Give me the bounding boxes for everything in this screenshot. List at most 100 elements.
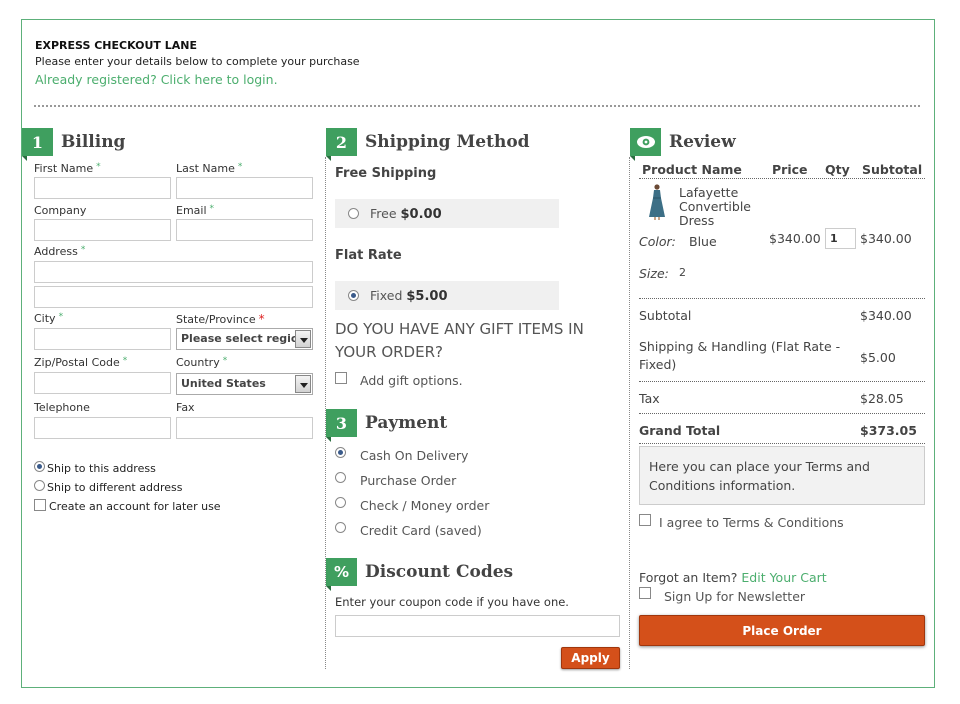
- zip-input[interactable]: [34, 372, 171, 394]
- col-subtotal: Subtotal: [862, 162, 923, 177]
- payment-title: Payment: [365, 413, 448, 433]
- color-option-value: Blue: [689, 234, 717, 249]
- coupon-code-input[interactable]: [335, 615, 620, 637]
- ship-to-this-address-label: Ship to this address: [47, 462, 156, 475]
- col-product-name: Product Name: [642, 162, 742, 177]
- login-link[interactable]: Already registered? Click here to login.: [35, 72, 278, 87]
- payment-cash-on-delivery-radio[interactable]: [335, 447, 346, 458]
- discount-note: Enter your coupon code if you have one.: [335, 595, 569, 609]
- state-label: State/Province *: [176, 312, 265, 326]
- product-name-line: Convertible: [679, 199, 751, 214]
- item-qty-input[interactable]: 1: [825, 228, 856, 249]
- country-select[interactable]: United States: [176, 373, 313, 395]
- item-subtotal: $340.00: [860, 231, 912, 246]
- payment-credit-card-radio[interactable]: [335, 522, 346, 533]
- ship-to-different-address-radio[interactable]: [34, 480, 45, 491]
- billing-title: Billing: [61, 132, 126, 152]
- flat-rate-label: Fixed $5.00: [370, 288, 448, 304]
- grand-total-label: Grand Total: [639, 423, 721, 438]
- address-line1-input[interactable]: [34, 261, 313, 283]
- telephone-input[interactable]: [34, 417, 171, 439]
- payment-method-label: Cash On Delivery: [360, 448, 469, 463]
- page-subtitle: Please enter your details below to compl…: [35, 55, 360, 68]
- page-title: EXPRESS CHECKOUT LANE: [35, 39, 197, 52]
- free-shipping-label: Free $0.00: [370, 206, 442, 222]
- col-qty: Qty: [825, 162, 850, 177]
- size-option-value: 2: [679, 266, 686, 279]
- color-option-label: Color:: [639, 234, 676, 249]
- payment-purchase-order-radio[interactable]: [335, 472, 346, 483]
- ship-to-different-address-label: Ship to different address: [47, 481, 183, 494]
- payment-method-label: Check / Money order: [360, 498, 490, 513]
- subtotal-value: $340.00: [860, 308, 912, 323]
- create-account-label: Create an account for later use: [49, 500, 221, 513]
- free-shipping-option[interactable]: Free $0.00: [335, 199, 559, 228]
- table-divider: [639, 178, 925, 179]
- forgot-item-text: Forgot an Item? Edit Your Cart: [639, 570, 827, 585]
- company-label: Company: [34, 204, 87, 217]
- payment-step-badge: 3: [326, 409, 357, 442]
- city-label: City *: [34, 312, 64, 325]
- product-name-line: Dress: [679, 213, 715, 228]
- free-shipping-radio[interactable]: [348, 208, 359, 219]
- review-step-badge: [630, 128, 661, 161]
- address-label: Address *: [34, 245, 86, 258]
- payment-method-label: Purchase Order: [360, 473, 457, 488]
- agree-terms-label: I agree to Terms & Conditions: [659, 515, 844, 530]
- payment-check-money-order-radio[interactable]: [335, 497, 346, 508]
- shipping-handling-label: Shipping & Handling (Flat Rate - Fixed): [639, 339, 841, 372]
- last-name-label: Last Name *: [176, 162, 243, 175]
- email-input[interactable]: [176, 219, 313, 241]
- tax-label: Tax: [639, 391, 660, 406]
- table-divider: [639, 381, 925, 382]
- shipping-handling-value: $5.00: [860, 350, 896, 365]
- review-title: Review: [669, 132, 736, 152]
- subtotal-label: Subtotal: [639, 308, 692, 323]
- product-thumbnail[interactable]: [644, 183, 670, 221]
- discount-step-badge: %: [326, 558, 357, 591]
- size-option-label: Size:: [639, 266, 669, 281]
- payment-method-label: Credit Card (saved): [360, 523, 482, 538]
- agree-terms-checkbox[interactable]: [639, 514, 651, 526]
- product-name-line: Lafayette: [679, 185, 739, 200]
- place-order-button[interactable]: Place Order: [639, 615, 925, 646]
- apply-coupon-button[interactable]: Apply: [561, 647, 620, 669]
- company-input[interactable]: [34, 219, 171, 241]
- last-name-input[interactable]: [176, 177, 313, 199]
- header-divider: [34, 105, 920, 107]
- billing-step-badge: 1: [22, 128, 53, 161]
- gift-options-label: Add gift options.: [360, 373, 463, 388]
- table-divider: [639, 443, 925, 444]
- free-shipping-title: Free Shipping: [335, 166, 437, 181]
- city-input[interactable]: [34, 328, 171, 350]
- telephone-label: Telephone: [34, 401, 90, 414]
- flat-rate-option[interactable]: Fixed $5.00: [335, 281, 559, 310]
- edit-cart-link[interactable]: Edit Your Cart: [741, 570, 826, 585]
- shipping-step-badge: 2: [326, 128, 357, 161]
- first-name-input[interactable]: [34, 177, 171, 199]
- first-name-label: First Name *: [34, 162, 101, 175]
- column-divider: [629, 157, 630, 669]
- address-line2-input[interactable]: [34, 286, 313, 308]
- newsletter-checkbox[interactable]: [639, 587, 651, 599]
- gift-options-checkbox[interactable]: [335, 372, 347, 384]
- checkout-header: EXPRESS CHECKOUT LANE Please enter your …: [35, 39, 360, 87]
- gift-question: DO YOU HAVE ANY GIFT ITEMS IN YOUR ORDER…: [335, 320, 584, 361]
- state-select[interactable]: Please select region: [176, 328, 313, 350]
- fax-input[interactable]: [176, 417, 313, 439]
- table-divider: [639, 298, 925, 299]
- create-account-checkbox[interactable]: [34, 499, 46, 511]
- zip-label: Zip/Postal Code *: [34, 356, 128, 369]
- email-label: Email *: [176, 204, 215, 217]
- item-price: $340.00: [769, 231, 821, 246]
- chevron-down-icon[interactable]: [295, 330, 311, 348]
- shipping-title: Shipping Method: [365, 132, 530, 152]
- flat-rate-radio[interactable]: [348, 290, 359, 301]
- ship-to-this-address-radio[interactable]: [34, 461, 45, 472]
- country-label: Country *: [176, 356, 228, 369]
- newsletter-label: Sign Up for Newsletter: [664, 589, 806, 604]
- fax-label: Fax: [176, 401, 195, 414]
- tax-value: $28.05: [860, 391, 904, 406]
- chevron-down-icon[interactable]: [295, 375, 311, 393]
- table-divider: [639, 413, 925, 414]
